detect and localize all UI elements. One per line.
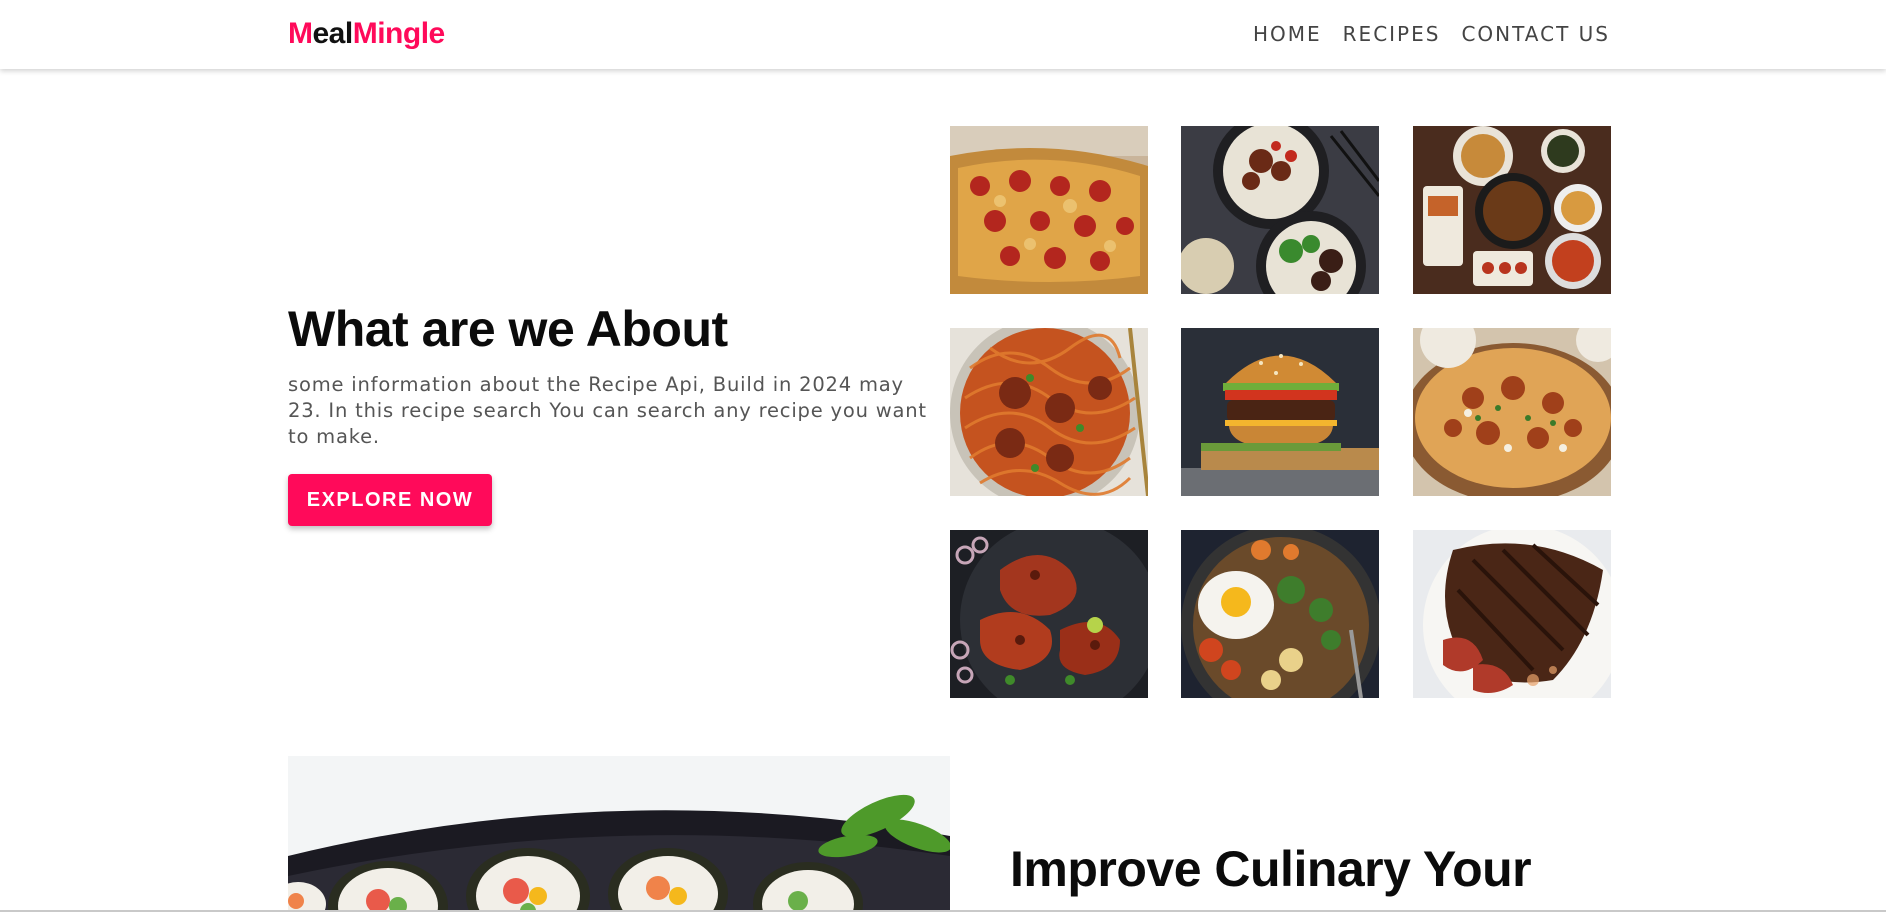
burger-image <box>1181 328 1379 496</box>
biryani-image <box>1413 328 1611 496</box>
bibimbap-image <box>1181 530 1379 698</box>
nav-home-link[interactable]: HOME <box>1253 22 1322 46</box>
brand-logo[interactable]: MealMingle <box>288 17 445 51</box>
nav-recipes-link[interactable]: RECIPES <box>1343 22 1441 46</box>
nav-contact-link[interactable]: CONTACT US <box>1461 22 1610 46</box>
logo-text-eal: eal <box>312 17 354 50</box>
tandoori-chicken-image <box>950 530 1148 698</box>
hero-title: What are we About <box>288 301 728 357</box>
sushi-image <box>288 756 950 912</box>
logo-text-ingle: ingle <box>377 17 445 50</box>
top-navbar: MealMingle HOME RECIPES CONTACT US <box>0 0 1886 69</box>
hero-description: some information about the Recipe Api, B… <box>288 373 927 448</box>
spaghetti-meatballs-image <box>950 328 1148 496</box>
rice-bowls-image <box>1181 126 1379 294</box>
logo-letter-m: M <box>288 17 313 50</box>
logo-letter-m2: M <box>352 17 378 50</box>
section-title: Improve Culinary Your <box>1010 841 1532 897</box>
pizza-image <box>950 126 1148 294</box>
main-nav: HOME RECIPES CONTACT US <box>1253 22 1610 46</box>
noodle-spread-image <box>1413 126 1611 294</box>
steak-image <box>1413 530 1611 698</box>
explore-now-button[interactable]: EXPLORE NOW <box>288 474 492 526</box>
